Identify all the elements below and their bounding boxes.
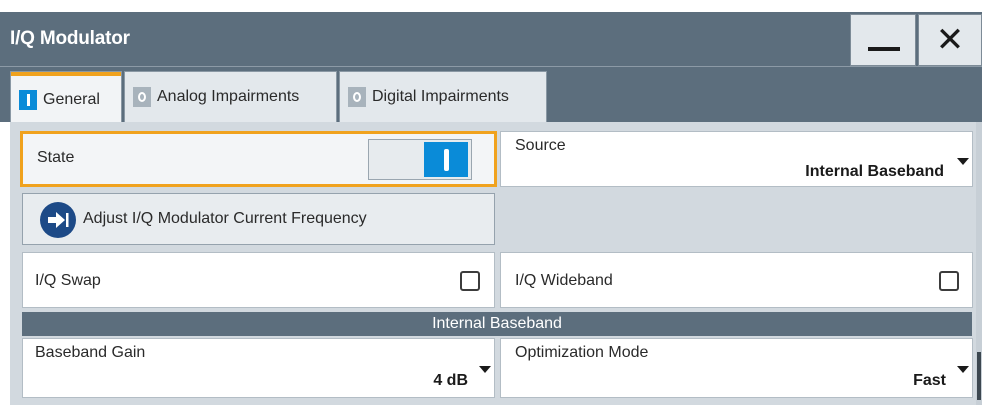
tab-off-indicator-icon <box>348 87 366 107</box>
iq-swap-checkbox[interactable] <box>460 271 480 291</box>
tab-label: Analog Impairments <box>157 88 300 105</box>
source-select[interactable]: Source Internal Baseband <box>500 131 973 187</box>
iq-swap-label: I/Q Swap <box>35 272 101 289</box>
state-label: State <box>37 149 75 166</box>
scrollbar-thumb[interactable] <box>977 352 981 400</box>
iq-wideband-field[interactable]: I/Q Wideband <box>500 252 973 308</box>
title-bar: I/Q Modulator <box>0 12 982 66</box>
window-title: I/Q Modulator <box>10 28 130 49</box>
iq-swap-field[interactable]: I/Q Swap <box>22 252 495 308</box>
baseband-gain-label: Baseband Gain <box>35 344 146 361</box>
tab-on-indicator-icon <box>19 89 37 110</box>
dropdown-caret-icon <box>957 366 969 373</box>
tab-digital-impairments[interactable]: Digital Impairments <box>339 71 547 123</box>
tab-label: General <box>43 90 100 108</box>
baseband-gain-value: 4 dB <box>433 372 468 389</box>
tab-label: Digital Impairments <box>372 88 509 105</box>
optimization-mode-value: Fast <box>913 372 946 389</box>
source-label: Source <box>515 137 566 154</box>
adjust-iq-modulator-frequency-button[interactable]: Adjust I/Q Modulator Current Frequency <box>22 193 495 245</box>
optimization-mode-select[interactable]: Optimization Mode Fast <box>500 338 973 398</box>
tab-bar: General Analog Impairments Digital Impai… <box>0 66 982 127</box>
iq-wideband-checkbox[interactable] <box>939 271 959 291</box>
tab-general[interactable]: General <box>10 71 122 127</box>
execute-arrow-icon <box>40 202 76 238</box>
iq-wideband-label: I/Q Wideband <box>515 272 613 289</box>
iq-modulator-dialog: I/Q Modulator ✕ General Analog Impairmen… <box>0 0 982 405</box>
toggle-on-icon <box>424 142 468 177</box>
close-button[interactable]: ✕ <box>918 14 982 66</box>
dropdown-caret-icon <box>957 158 969 165</box>
minimize-button[interactable] <box>850 14 916 66</box>
baseband-gain-select[interactable]: Baseband Gain 4 dB <box>22 338 495 398</box>
source-value: Internal Baseband <box>805 163 944 180</box>
tab-analog-impairments[interactable]: Analog Impairments <box>124 71 337 123</box>
optimization-mode-label: Optimization Mode <box>515 344 649 361</box>
section-header: Internal Baseband <box>22 312 972 336</box>
adjust-button-label: Adjust I/Q Modulator Current Frequency <box>83 210 367 227</box>
state-field[interactable]: State <box>20 131 497 187</box>
tab-off-indicator-icon <box>133 87 151 107</box>
state-toggle[interactable] <box>368 139 472 180</box>
minimize-icon <box>868 47 900 51</box>
dropdown-caret-icon <box>479 366 491 373</box>
close-icon: ✕ <box>935 21 965 59</box>
